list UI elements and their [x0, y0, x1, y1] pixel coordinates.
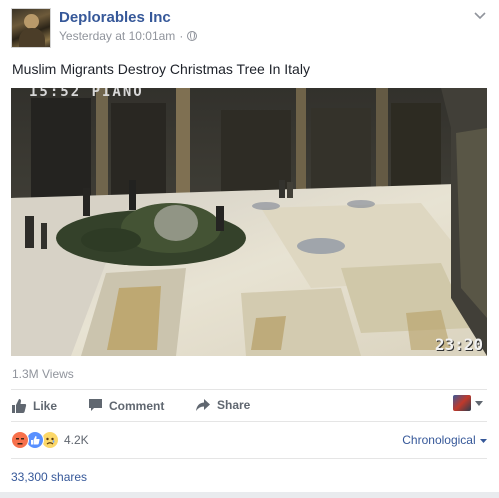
page-avatar[interactable] — [11, 8, 51, 48]
post-timestamp[interactable]: Yesterday at 10:01am — [59, 29, 175, 43]
angry-icon — [11, 431, 29, 449]
comment-button[interactable]: Comment — [88, 398, 164, 413]
like-button[interactable]: Like — [11, 398, 57, 414]
feed-post: Deplorables Inc Yesterday at 10:01am · M… — [0, 0, 499, 498]
comment-sort-dropdown[interactable]: Chronological — [402, 433, 487, 447]
reaction-count: 4.2K — [64, 433, 89, 447]
comment-label: Comment — [109, 398, 165, 413]
caret-down-icon — [480, 438, 487, 443]
view-count: 1.3M Views — [12, 367, 74, 381]
like-label: Like — [33, 399, 58, 413]
sort-label: Chronological — [402, 433, 476, 447]
comment-icon — [89, 399, 102, 411]
divider — [11, 421, 487, 422]
video-timecode: 23:20 — [434, 335, 483, 354]
viewer-avatar-selector[interactable] — [453, 395, 484, 411]
share-button[interactable]: Share — [195, 398, 250, 412]
chevron-down-icon[interactable] — [473, 9, 487, 23]
post-caption: Muslim Migrants Destroy Christmas Tree I… — [12, 61, 310, 77]
reaction-summary[interactable]: 4.2K — [11, 431, 89, 449]
video-frame — [11, 88, 487, 356]
share-count-link[interactable]: 33,300 shares — [11, 470, 87, 484]
share-label: Share — [217, 398, 251, 412]
divider — [11, 389, 487, 390]
share-arrow-icon — [196, 399, 210, 411]
video-overlay-text: 15:52 PIANO — [29, 88, 144, 100]
page-name-link[interactable]: Deplorables Inc — [59, 9, 171, 26]
divider — [11, 458, 487, 459]
viewer-avatar — [453, 395, 471, 411]
video-player[interactable]: 15:52 PIANO 23:20 — [11, 88, 487, 356]
post-meta: Yesterday at 10:01am · — [59, 29, 198, 43]
caret-down-icon — [475, 401, 483, 406]
feed-background — [0, 492, 499, 498]
meta-separator: · — [179, 29, 184, 43]
globe-icon — [187, 31, 198, 41]
thumbs-up-icon — [12, 399, 27, 413]
